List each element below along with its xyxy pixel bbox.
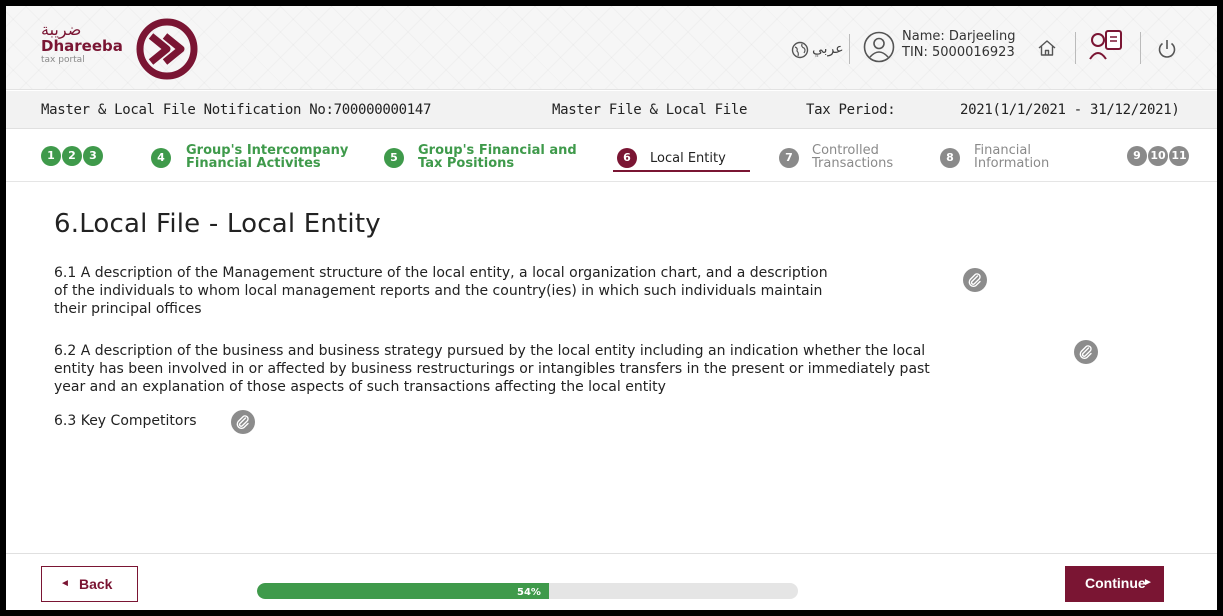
back-button[interactable]: ◄ Back xyxy=(41,566,138,602)
section-6-2-line2: entity has been involved in or affected … xyxy=(54,361,930,377)
logo-subtitle: tax portal xyxy=(41,55,85,65)
step-4-label-line2: Financial Activites xyxy=(186,156,321,171)
paperclip-icon xyxy=(1079,345,1092,359)
step-8-label[interactable]: Financial Information xyxy=(974,144,1049,170)
divider xyxy=(1075,32,1076,64)
paperclip-icon xyxy=(968,273,981,287)
step-7[interactable]: 7 xyxy=(779,148,799,168)
step-2[interactable]: 2 xyxy=(62,146,82,166)
notification-info-bar: Master & Local File Notification No:7000… xyxy=(6,91,1217,129)
file-type: Master File & Local File xyxy=(552,102,748,118)
section-6-1-line3: their principal offices xyxy=(54,301,202,317)
user-icon[interactable] xyxy=(863,31,895,63)
logo[interactable]: ضريبة Dhareeba tax portal xyxy=(41,20,123,66)
back-button-label: Back xyxy=(79,576,113,592)
attach-6-3-button[interactable] xyxy=(231,410,255,434)
tax-period-value: 2021(1/1/2021 - 31/12/2021) xyxy=(960,102,1180,118)
step-1[interactable]: 1 xyxy=(41,146,61,166)
language-toggle[interactable]: عربي xyxy=(812,41,844,57)
header: ضريبة Dhareeba tax portal عربي Name: Dar… xyxy=(6,6,1217,90)
paperclip-icon xyxy=(236,415,249,429)
tax-period-label: Tax Period: xyxy=(806,102,896,118)
logo-mark-icon xyxy=(136,18,198,80)
active-step-underline xyxy=(613,170,750,172)
step-3[interactable]: 3 xyxy=(83,146,103,166)
page-title: 6.Local File - Local Entity xyxy=(54,209,381,239)
progress-percent: 54% xyxy=(517,587,541,598)
app-frame: ضريبة Dhareeba tax portal عربي Name: Dar… xyxy=(6,6,1217,610)
divider xyxy=(849,34,850,64)
attach-6-2-button[interactable] xyxy=(1074,340,1098,364)
user-tin: TIN: 5000016923 xyxy=(902,45,1015,60)
logo-arabic: ضريبة xyxy=(41,20,82,39)
progress-bar-fill xyxy=(257,583,550,599)
footer: ◄ Back 54% Continue ► xyxy=(6,553,1217,610)
logo-name: Dhareeba xyxy=(41,37,123,55)
step-11[interactable]: 11 xyxy=(1169,146,1189,166)
attach-6-1-button[interactable] xyxy=(963,268,987,292)
divider xyxy=(1140,32,1141,64)
continue-arrow-icon: ► xyxy=(1143,577,1153,588)
power-icon[interactable] xyxy=(1156,38,1178,60)
wizard-steps: 1 2 3 4 Group's Intercompany Financial A… xyxy=(6,130,1217,182)
step-8[interactable]: 8 xyxy=(940,148,960,168)
section-6-2-line3: year and an explanation of those aspects… xyxy=(54,379,666,395)
step-7-label[interactable]: Controlled Transactions xyxy=(812,144,893,170)
step-6-label[interactable]: Local Entity xyxy=(650,152,726,165)
step-5[interactable]: 5 xyxy=(384,148,404,168)
step-4-label[interactable]: Group's Intercompany Financial Activites xyxy=(186,144,348,170)
section-6-2: 6.2 A description of the business and bu… xyxy=(54,342,930,396)
back-arrow-icon: ◄ xyxy=(60,578,70,589)
section-6-2-line1: 6.2 A description of the business and bu… xyxy=(54,343,926,359)
step-6[interactable]: 6 xyxy=(617,148,637,168)
step-5-label-line2: Tax Positions xyxy=(418,156,515,171)
documents-icon[interactable] xyxy=(1089,29,1125,61)
step-10[interactable]: 10 xyxy=(1148,146,1168,166)
home-icon[interactable] xyxy=(1037,38,1057,58)
user-name: Name: Darjeeling xyxy=(902,29,1016,44)
step-5-label[interactable]: Group's Financial and Tax Positions xyxy=(418,144,577,170)
globe-icon[interactable] xyxy=(791,41,809,59)
step-8-label-line2: Information xyxy=(974,156,1050,171)
section-6-3: 6.3 Key Competitors xyxy=(54,413,197,429)
section-6-1-line1: 6.1 A description of the Management stru… xyxy=(54,265,828,281)
notification-number: Master & Local File Notification No:7000… xyxy=(41,102,432,118)
section-6-1-line2: of the individuals to whom local managem… xyxy=(54,283,823,299)
continue-button[interactable]: Continue ► xyxy=(1065,566,1164,602)
step-7-label-line2: Transactions xyxy=(812,156,894,171)
step-4[interactable]: 4 xyxy=(151,148,171,168)
step-9[interactable]: 9 xyxy=(1127,146,1147,166)
section-6-1: 6.1 A description of the Management stru… xyxy=(54,264,828,318)
continue-button-label: Continue xyxy=(1085,575,1146,591)
